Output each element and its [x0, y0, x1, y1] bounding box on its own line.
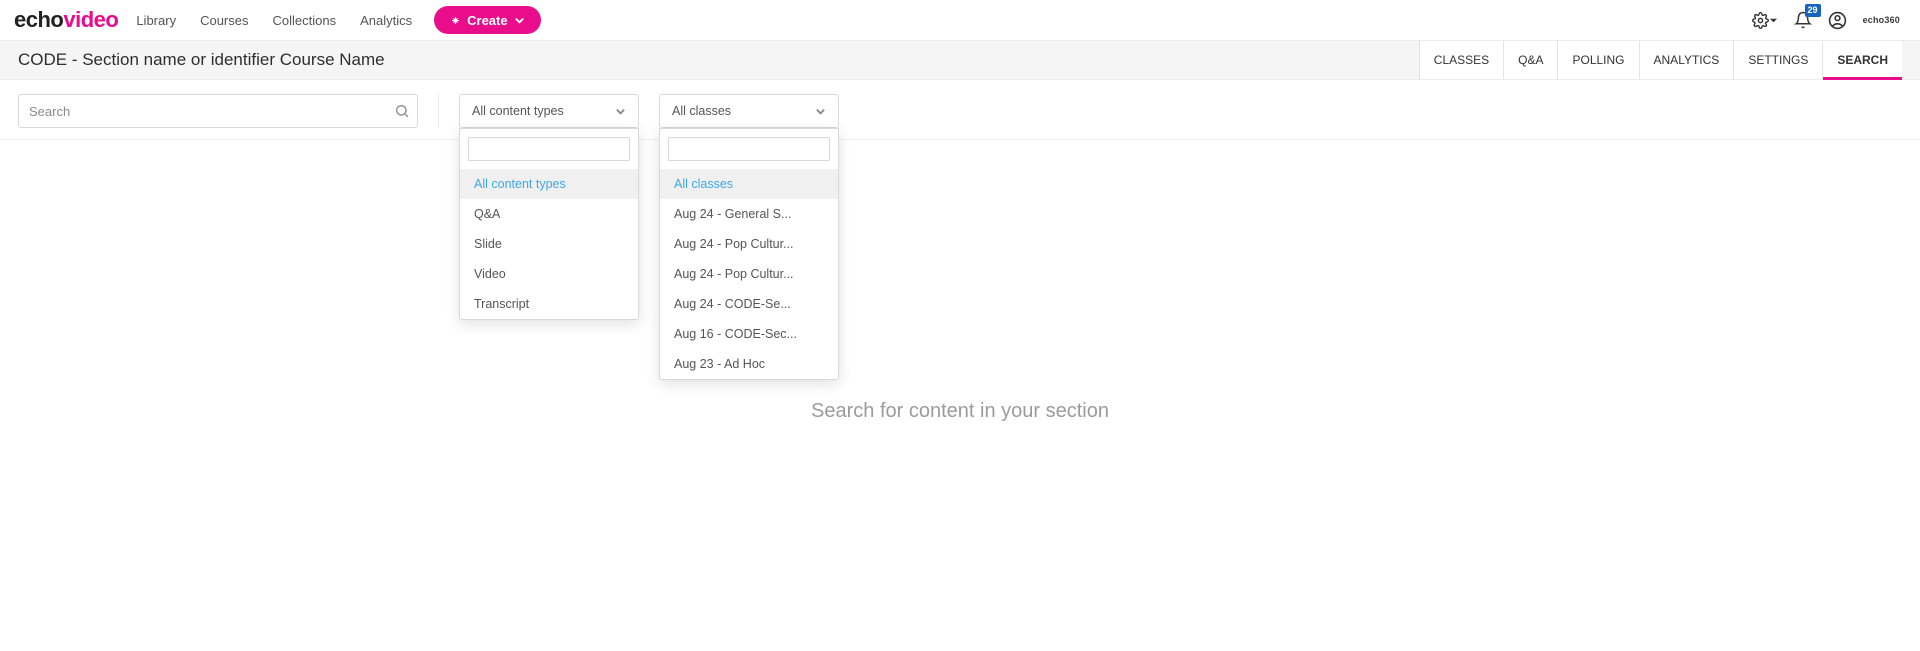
content-type-filter-search-wrap — [460, 129, 638, 169]
divider — [438, 94, 439, 128]
search-icon — [394, 103, 410, 119]
course-title: CODE - Section name or identifier Course… — [18, 50, 385, 70]
class-option-4[interactable]: Aug 24 - CODE-Se... — [660, 289, 838, 319]
chevron-down-icon — [514, 15, 525, 26]
caret-down-icon — [1769, 16, 1778, 25]
filter-row: All content types All content types Q&A … — [0, 80, 1920, 140]
create-button[interactable]: Create — [434, 6, 540, 34]
tab-analytics[interactable]: ANALYTICS — [1639, 41, 1734, 79]
notifications-button[interactable]: 29 — [1794, 11, 1812, 29]
class-filter-panel: All classes Aug 24 - General S... Aug 24… — [659, 128, 839, 380]
course-bar: CODE - Section name or identifier Course… — [0, 40, 1920, 80]
course-tabs: CLASSES Q&A POLLING ANALYTICS SETTINGS S… — [1419, 41, 1902, 79]
top-right-controls: 29 echo360 — [1752, 11, 1906, 30]
class-filter: All classes All classes Aug 24 - General… — [659, 94, 839, 128]
content-type-filter: All content types All content types Q&A … — [459, 94, 639, 128]
class-option-5[interactable]: Aug 16 - CODE-Sec... — [660, 319, 838, 349]
class-option-6[interactable]: Aug 23 - Ad Hoc — [660, 349, 838, 379]
class-filter-search-wrap — [660, 129, 838, 169]
tab-search[interactable]: SEARCH — [1822, 41, 1902, 79]
empty-state-text: Search for content in your section — [0, 400, 1920, 423]
create-button-label: Create — [467, 13, 507, 28]
top-nav: echovideo Library Courses Collections An… — [0, 0, 1920, 40]
tab-polling[interactable]: POLLING — [1557, 41, 1638, 79]
notifications-badge: 29 — [1805, 4, 1821, 17]
content-type-filter-panel: All content types Q&A Slide Video Transc… — [459, 128, 639, 320]
content-type-option-qa[interactable]: Q&A — [460, 199, 638, 229]
chevron-down-icon — [815, 106, 826, 117]
tab-qa[interactable]: Q&A — [1503, 41, 1557, 79]
class-filter-search[interactable] — [668, 137, 830, 161]
content-type-filter-search[interactable] — [468, 137, 630, 161]
content-type-option-slide[interactable]: Slide — [460, 229, 638, 259]
content-type-option-video[interactable]: Video — [460, 259, 638, 289]
logo-part-video: video — [63, 7, 118, 32]
primary-nav: Library Courses Collections Analytics — [136, 13, 412, 28]
tab-classes[interactable]: CLASSES — [1419, 41, 1503, 79]
content-type-filter-label: All content types — [472, 104, 564, 118]
class-option-1[interactable]: Aug 24 - General S... — [660, 199, 838, 229]
search-input[interactable] — [18, 94, 418, 128]
content-type-filter-toggle[interactable]: All content types — [459, 94, 639, 128]
logo[interactable]: echovideo — [14, 7, 118, 33]
brand-mini: echo360 — [1863, 15, 1900, 25]
nav-courses[interactable]: Courses — [200, 13, 248, 28]
account-button[interactable] — [1828, 11, 1847, 30]
nav-collections[interactable]: Collections — [273, 13, 337, 28]
class-option-2[interactable]: Aug 24 - Pop Cultur... — [660, 229, 838, 259]
nav-analytics[interactable]: Analytics — [360, 13, 412, 28]
gear-icon — [1752, 12, 1769, 29]
class-option-3[interactable]: Aug 24 - Pop Cultur... — [660, 259, 838, 289]
class-option-all[interactable]: All classes — [660, 169, 838, 199]
search-wrap — [18, 94, 418, 128]
content-type-option-transcript[interactable]: Transcript — [460, 289, 638, 319]
settings-menu[interactable] — [1752, 12, 1778, 29]
chevron-down-icon — [615, 106, 626, 117]
class-filter-toggle[interactable]: All classes — [659, 94, 839, 128]
class-filter-label: All classes — [672, 104, 731, 118]
logo-part-echo: echo — [14, 7, 63, 32]
user-circle-icon — [1828, 11, 1847, 30]
sparkle-icon — [450, 15, 461, 26]
nav-library[interactable]: Library — [136, 13, 176, 28]
tab-settings[interactable]: SETTINGS — [1733, 41, 1822, 79]
content-type-option-all[interactable]: All content types — [460, 169, 638, 199]
